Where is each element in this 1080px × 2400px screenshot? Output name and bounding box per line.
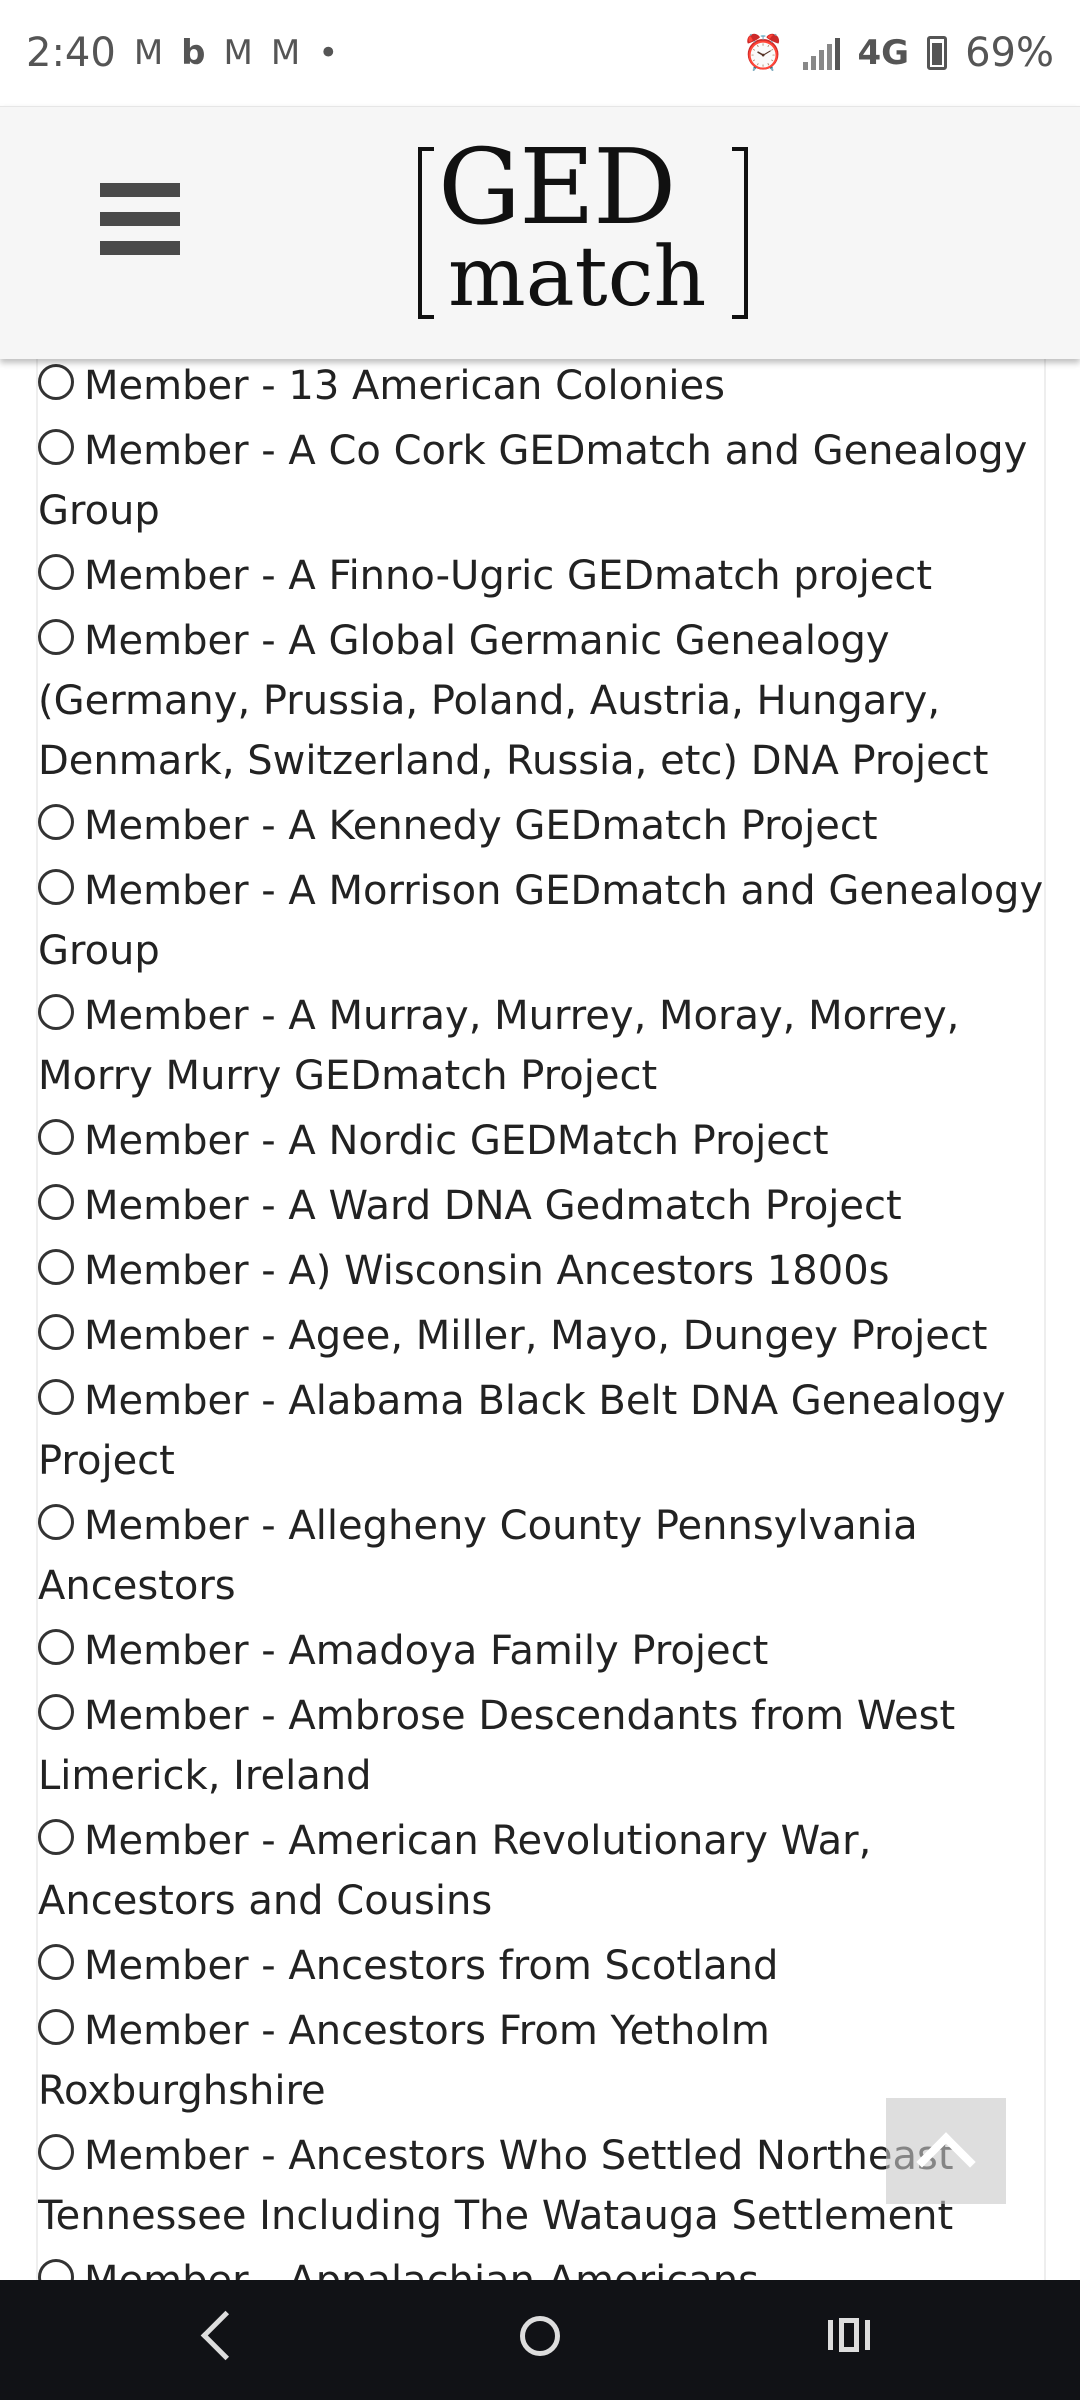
project-option-label: Member - 13 American Colonies [84,363,725,409]
project-option-label: Member - Appalachian Americans [84,2258,759,2280]
radio-button[interactable] [38,429,74,465]
radio-button[interactable] [38,554,74,590]
project-option-label: Member - A Morrison GEDmatch and Genealo… [38,868,1044,974]
bing-icon: b [181,33,206,73]
project-option-label: Member - Agee, Miller, Mayo, Dungey Proj… [84,1313,988,1359]
project-option[interactable]: Member - A Finno-Ugric GEDmatch project [38,546,1044,611]
logo-line2: match [448,230,707,325]
gmail-icon: M [223,33,253,73]
project-option-label: Member - A Ward DNA Gedmatch Project [84,1183,902,1229]
gmail-icon: M [133,33,164,73]
project-option[interactable]: Member - A Ward DNA Gedmatch Project [38,1176,1044,1241]
menu-icon[interactable] [100,183,180,255]
project-option[interactable]: Member - A Murray, Murrey, Moray, Morrey… [38,986,1044,1111]
radio-button[interactable] [38,2009,74,2045]
project-option[interactable]: Member - 13 American Colonies [38,358,1044,421]
project-option-label: Member - A Co Cork GEDmatch and Genealog… [38,428,1028,534]
radio-button[interactable] [38,994,74,1030]
project-option[interactable]: Member - A Co Cork GEDmatch and Genealog… [38,421,1044,546]
logo-bracket-left [418,147,434,319]
alarm-icon: ⏰ [742,33,785,73]
status-left: 2:40 M b M M • [26,30,338,76]
network-type: 4G [857,33,910,73]
project-option-label: Member - A) Wisconsin Ancestors 1800s [84,1248,890,1294]
project-option[interactable]: Member - Agee, Miller, Mayo, Dungey Proj… [38,1306,1044,1371]
radio-button[interactable] [38,1629,74,1665]
dot-icon: • [318,33,339,73]
radio-button[interactable] [38,1184,74,1220]
recents-icon[interactable] [828,2318,870,2352]
status-time: 2:40 [26,30,116,76]
project-option-label: Member - A Global Germanic Genealogy (Ge… [38,618,989,784]
signal-icon [802,36,840,70]
radio-button[interactable] [38,869,74,905]
project-option[interactable]: Member - Allegheny County Pennsylvania A… [38,1496,1044,1621]
project-option-label: Member - A Murray, Murrey, Moray, Morrey… [38,993,960,1099]
project-option-label: Member - Ancestors from Scotland [84,1943,779,1989]
project-option-label: Member - Amadoya Family Project [84,1628,769,1674]
project-option-label: Member - Ancestors Who Settled Northeast… [38,2133,954,2239]
logo-line1: GED [438,126,676,248]
home-icon[interactable] [520,2316,560,2356]
radio-button[interactable] [38,1694,74,1730]
project-option-label: Member - A Nordic GEDMatch Project [84,1118,829,1164]
radio-button[interactable] [38,1379,74,1415]
project-option[interactable]: Member - A) Wisconsin Ancestors 1800s [38,1241,1044,1306]
status-right: ⏰ 4G 69% [742,30,1054,76]
gedmatch-logo[interactable]: GED match [418,135,748,329]
radio-button[interactable] [38,1819,74,1855]
project-option-label: Member - A Finno-Ugric GEDmatch project [84,553,933,599]
project-option[interactable]: Member - Ancestors from Scotland [38,1936,1044,2001]
site-header: GED match [0,106,1080,359]
project-option-label: Member - American Revolutionary War, Anc… [38,1818,872,1924]
project-option[interactable]: Member - Alabama Black Belt DNA Genealog… [38,1371,1044,1496]
project-option[interactable]: Member - American Revolutionary War, Anc… [38,1811,1044,1936]
chevron-up-icon [916,2132,976,2192]
gmail-icon: M [270,33,301,73]
project-option[interactable]: Member - A Global Germanic Genealogy (Ge… [38,611,1044,796]
scroll-to-top-button[interactable] [886,2098,1006,2204]
project-option-label: Member - Ancestors From Yetholm Roxburgh… [38,2008,770,2114]
project-option[interactable]: Member - A Nordic GEDMatch Project [38,1111,1044,1176]
battery-percent: 69% [965,30,1054,76]
radio-button[interactable] [38,1944,74,1980]
radio-button[interactable] [38,1119,74,1155]
project-option-label: Member - Allegheny County Pennsylvania A… [38,1503,918,1609]
radio-button[interactable] [38,1249,74,1285]
project-radio-list: Member - 13 American Colonies Member - A … [38,358,1044,2280]
radio-button[interactable] [38,364,74,400]
radio-button[interactable] [38,804,74,840]
battery-icon [927,36,948,70]
logo-bracket-right [732,147,748,319]
radio-button[interactable] [38,2259,74,2280]
project-option[interactable]: Member - A Kennedy GEDmatch Project [38,796,1044,861]
project-option[interactable]: Member - Amadoya Family Project [38,1621,1044,1686]
back-icon[interactable] [200,2310,251,2361]
project-option-label: Member - Ambrose Descendants from West L… [38,1693,956,1799]
project-option[interactable]: Member - A Morrison GEDmatch and Genealo… [38,861,1044,986]
project-option[interactable]: Member - Appalachian Americans [38,2251,1044,2280]
radio-button[interactable] [38,2134,74,2170]
radio-button[interactable] [38,1504,74,1540]
project-option-label: Member - A Kennedy GEDmatch Project [84,803,878,849]
system-nav-bar [0,2280,1080,2400]
project-option-label: Member - Alabama Black Belt DNA Genealog… [38,1378,1006,1484]
radio-button[interactable] [38,619,74,655]
project-list-container[interactable]: Member - 13 American Colonies Member - A … [38,358,1044,2280]
project-option[interactable]: Member - Ambrose Descendants from West L… [38,1686,1044,1811]
status-bar: 2:40 M b M M • ⏰ 4G 69% [0,0,1080,106]
radio-button[interactable] [38,1314,74,1350]
